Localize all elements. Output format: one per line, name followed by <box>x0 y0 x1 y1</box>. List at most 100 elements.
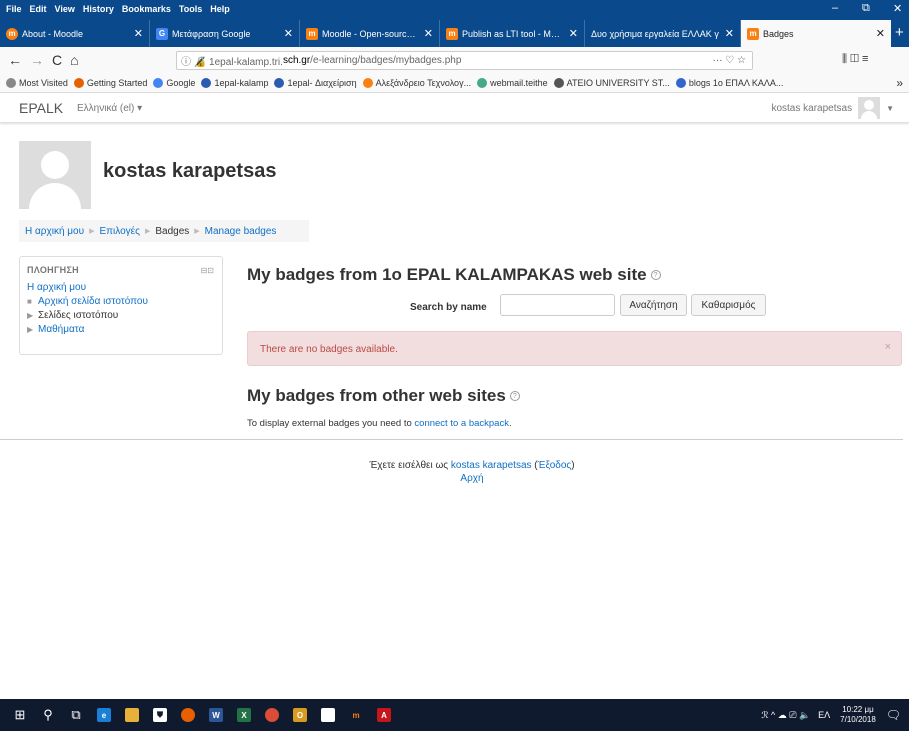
expand-icon: ▶ <box>27 325 34 334</box>
no-badges-alert: There are no badges available. × <box>247 331 902 366</box>
windows-start-icon[interactable]: ⊞ <box>6 699 34 731</box>
menu-history[interactable]: History <box>83 4 114 14</box>
acrobat-icon[interactable]: A <box>370 699 398 731</box>
tab-title: Μετάφραση Google <box>172 28 251 39</box>
nav-courses[interactable]: ▶ Μαθήματα <box>27 324 215 335</box>
tab-about-moodle[interactable]: m About - Moodle ✕ <box>0 20 150 47</box>
site-brand[interactable]: EPALK <box>19 100 63 116</box>
external-badges-heading: My badges from other web sites? <box>247 386 520 406</box>
outlook-icon[interactable]: O <box>286 699 314 731</box>
tab-close-icon[interactable]: ✕ <box>725 27 734 40</box>
tab-close-icon[interactable]: ✕ <box>569 27 578 40</box>
gear-icon <box>6 77 16 88</box>
notification-icon[interactable]: 🗨 <box>886 708 901 722</box>
bookmark-1epal-kalamp[interactable]: 1epal-kalamp <box>201 77 268 88</box>
task-view-icon[interactable]: ⧉ <box>62 699 90 731</box>
tab-publish-lti[interactable]: m Publish as LTI tool - Moodle ✕ <box>440 20 585 47</box>
bullet-icon: ■ <box>27 297 32 306</box>
tab-close-icon[interactable]: ✕ <box>284 27 293 40</box>
firefox-icon[interactable] <box>174 699 202 731</box>
menu-file[interactable]: File <box>6 4 22 14</box>
menu-view[interactable]: View <box>55 4 75 14</box>
blog-icon <box>675 77 686 88</box>
moodle-docs-icon: m <box>446 27 458 40</box>
globe-icon <box>553 77 564 88</box>
search-icon[interactable]: ⚲ <box>34 699 62 731</box>
breadcrumb-home[interactable]: Η αρχική μου <box>25 226 84 237</box>
tab-close-icon[interactable]: ✕ <box>876 27 885 40</box>
word-icon[interactable]: W <box>202 699 230 731</box>
clear-button[interactable]: Καθαρισμός <box>691 294 766 316</box>
navigation-block: ΠΛΟΗΓΗΣΗ ⊟⊡ Η αρχική μου ■ Αρχική σελίδα … <box>19 256 223 355</box>
bookmark-alexandreio[interactable]: Αλεξάνδρειο Τεχνολογ... <box>362 77 471 88</box>
google-icon <box>153 77 164 88</box>
bookmarks-overflow-icon[interactable]: » <box>896 76 903 90</box>
navigation-block-title: ΠΛΟΗΓΗΣΗ <box>27 265 79 275</box>
library-icon[interactable]: ⫼ ◫ ≡ <box>842 53 868 66</box>
bookmark-1epal-admin[interactable]: 1epal- Διαχείριση <box>274 77 357 88</box>
bookmark-google[interactable]: Google <box>153 77 195 88</box>
search-button[interactable]: Αναζήτηση <box>620 294 687 316</box>
user-menu[interactable]: kostas karapetsas ▼ <box>771 97 894 119</box>
page-actions-icon[interactable]: ··· ♡ ☆ <box>713 55 746 66</box>
forward-icon[interactable]: → <box>30 52 44 68</box>
breadcrumb-separator-icon: ▶ <box>194 228 200 235</box>
footer-user-link[interactable]: kostas karapetsas <box>451 460 532 471</box>
nav-home[interactable]: Η αρχική μου <box>27 282 215 293</box>
help-icon[interactable]: ? <box>509 391 520 401</box>
excel-icon[interactable]: X <box>230 699 258 731</box>
help-icon[interactable]: ? <box>650 270 661 280</box>
bookmark-getting-started[interactable]: Getting Started <box>73 77 147 88</box>
tab-moodle-open-source[interactable]: m Moodle - Open-source lear ✕ <box>300 20 440 47</box>
footer-home: Αρχή <box>0 473 909 484</box>
tab-close-icon[interactable]: ✕ <box>134 27 143 40</box>
tab-ellak-tools[interactable]: Δυο χρήσιμα εργαλεία ΕΛΛΑΚ γ ✕ <box>585 20 741 47</box>
bookmark-webmail[interactable]: webmail.teithe <box>477 77 548 88</box>
user-menu-name: kostas karapetsas <box>771 102 853 114</box>
tab-badges[interactable]: m Badges ✕ <box>741 20 891 47</box>
reload-icon[interactable]: C <box>52 52 62 68</box>
chrome-icon[interactable] <box>258 699 286 731</box>
bookmark-blogs[interactable]: blogs 1o ΕΠΑΛ ΚΑΛΑ... <box>675 77 783 88</box>
dock-icon[interactable]: ⊟⊡ <box>201 266 214 275</box>
tray-icons[interactable]: ℛ ^ ☁ ⎚ 🔈 <box>761 710 810 721</box>
document-icon[interactable] <box>314 699 342 731</box>
moodle-app-icon[interactable]: m <box>342 699 370 731</box>
breadcrumb-preferences[interactable]: Επιλογές <box>99 226 139 237</box>
logout-link[interactable]: Έξοδος <box>538 460 572 471</box>
input-language[interactable]: ΕΛ <box>818 710 830 720</box>
bookmark-most-visited[interactable]: Most Visited <box>6 77 68 88</box>
tab-google-translate[interactable]: G Μετάφραση Google ✕ <box>150 20 300 47</box>
bookmark-ateio[interactable]: ATEIO UNIVERSITY ST... <box>553 77 670 88</box>
menu-tools[interactable]: Tools <box>179 4 202 14</box>
tab-close-icon[interactable]: ✕ <box>424 27 433 40</box>
moodle-navbar: EPALK Ελληνικά (el) ▾ kostas karapetsas … <box>0 93 909 123</box>
nav-site-home[interactable]: ■ Αρχική σελίδα ιστοτόπου <box>27 296 215 307</box>
edge-icon[interactable]: e <box>90 699 118 731</box>
menu-help[interactable]: Help <box>210 4 230 14</box>
expand-icon: ▶ <box>27 311 34 320</box>
back-icon[interactable]: ← <box>8 52 22 68</box>
url-bar[interactable]: ⓘ 🔏 1epal-kalamp.tri. sch.gr /e-learning… <box>176 51 753 70</box>
url-prefix: ⓘ 🔏 1epal-kalamp.tri. <box>181 57 283 68</box>
restore-icon[interactable]: ⧉ <box>862 2 870 15</box>
minimize-icon[interactable]: – <box>832 2 838 14</box>
close-icon[interactable]: × <box>885 341 891 353</box>
footer-home-link[interactable]: Αρχή <box>460 473 483 484</box>
chevron-down-icon: ▼ <box>886 103 894 113</box>
nav-site-pages[interactable]: ▶ Σελίδες ιστοτόπου <box>27 310 215 321</box>
local-badges-heading: My badges from 1o EPAL KALAMPAKAS web si… <box>247 265 661 285</box>
window-close-icon[interactable]: ✕ <box>893 2 902 15</box>
store-icon[interactable]: ⛊ <box>146 699 174 731</box>
home-icon[interactable]: ⌂ <box>70 52 78 68</box>
menu-edit[interactable]: Edit <box>30 4 47 14</box>
clock[interactable]: 10:22 μμ 7/10/2018 <box>840 705 876 725</box>
connect-backpack-link[interactable]: connect to a backpack <box>414 418 509 429</box>
breadcrumb-manage-badges[interactable]: Manage badges <box>205 226 277 237</box>
file-explorer-icon[interactable] <box>118 699 146 731</box>
new-tab-icon[interactable]: + <box>895 24 904 47</box>
tab-title: About - Moodle <box>22 28 84 39</box>
menu-bookmarks[interactable]: Bookmarks <box>122 4 171 14</box>
language-menu[interactable]: Ελληνικά (el) ▾ <box>77 103 142 114</box>
search-input[interactable] <box>500 294 615 316</box>
